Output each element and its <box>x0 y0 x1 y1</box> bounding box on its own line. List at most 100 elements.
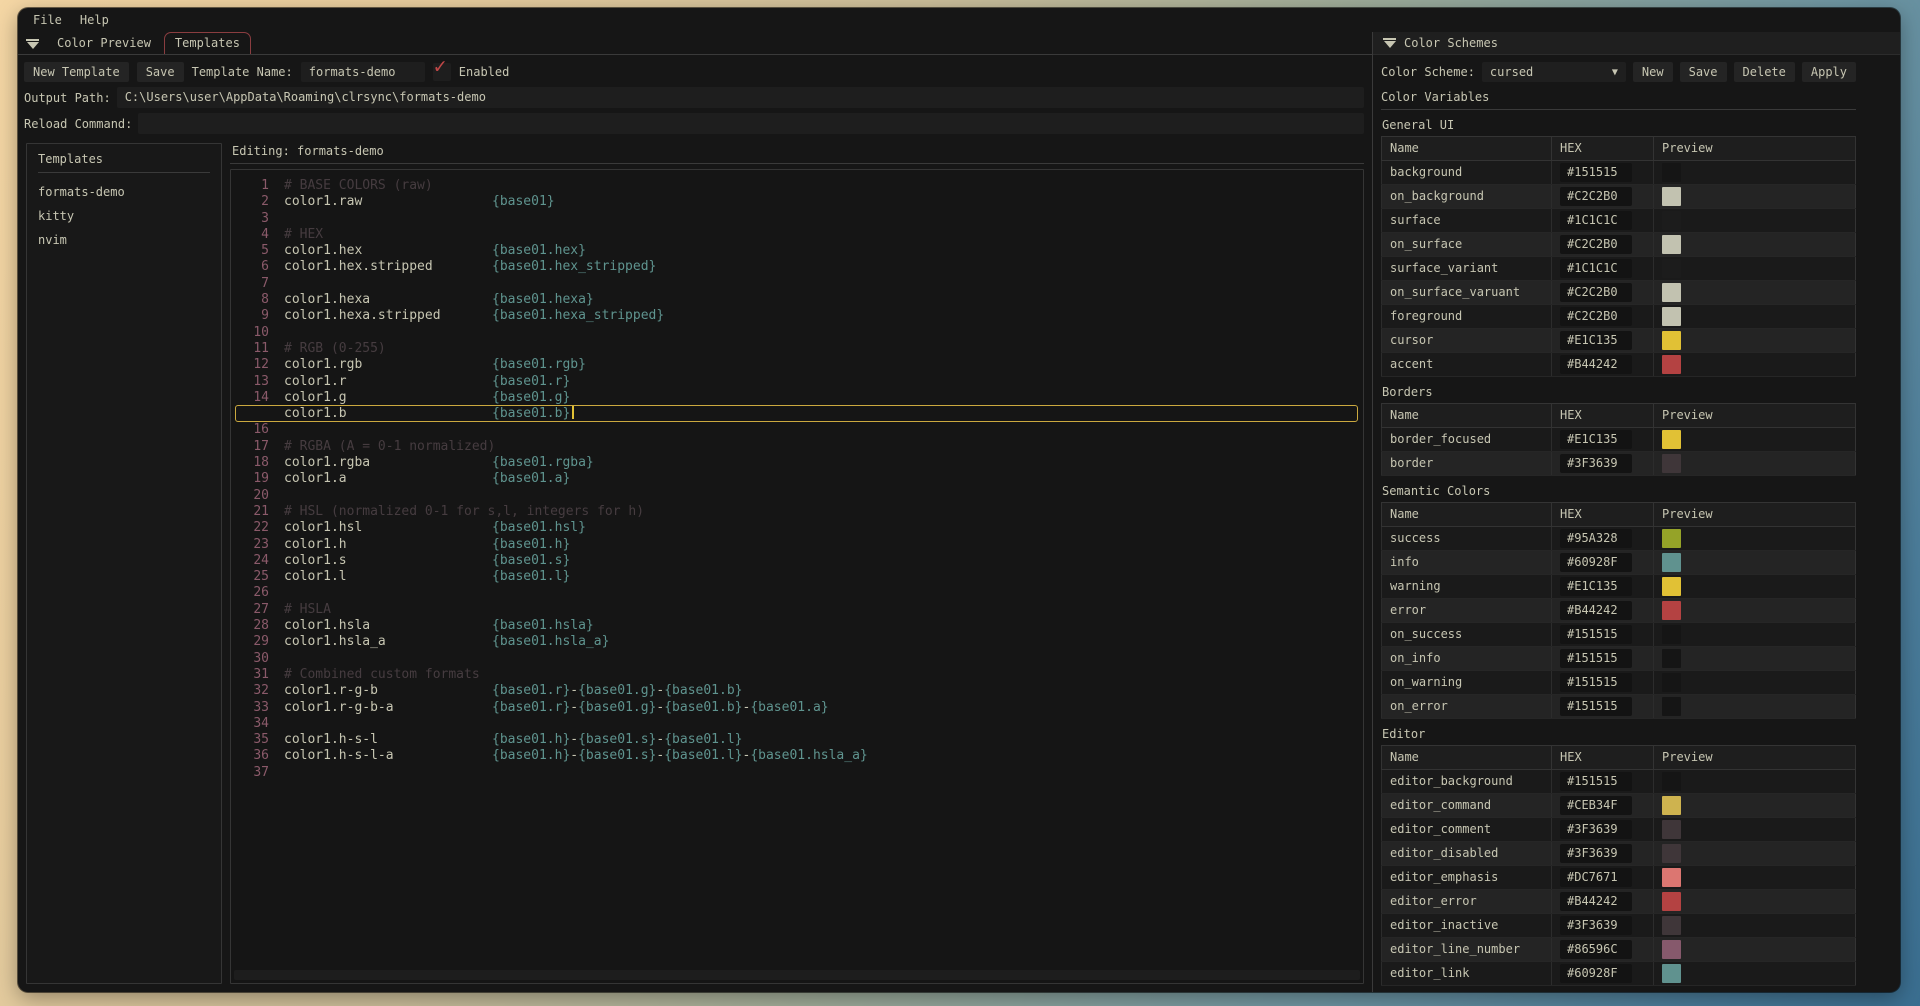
scheme-save-button[interactable]: Save <box>1680 62 1727 82</box>
color-swatch[interactable] <box>1662 697 1681 716</box>
code-line-31[interactable]: 31# Combined custom formats <box>231 667 1363 683</box>
color-swatch[interactable] <box>1662 796 1681 815</box>
hex-input[interactable]: #C2C2B0 <box>1560 283 1632 302</box>
hex-input[interactable]: #B44242 <box>1560 601 1632 620</box>
horizontal-scrollbar[interactable] <box>234 970 1360 980</box>
code-line-37[interactable]: 37 <box>231 765 1363 781</box>
template-name-input[interactable]: formats-demo <box>301 62 425 82</box>
color-swatch[interactable] <box>1662 211 1681 230</box>
hex-input[interactable]: #1C1C1C <box>1560 259 1632 278</box>
scheme-delete-button[interactable]: Delete <box>1734 62 1795 82</box>
color-swatch[interactable] <box>1662 235 1681 254</box>
hex-input[interactable]: #151515 <box>1560 625 1632 644</box>
code-line-20[interactable]: 20 <box>231 488 1363 504</box>
hex-input[interactable]: #E1C135 <box>1560 577 1632 596</box>
color-swatch[interactable] <box>1662 577 1681 596</box>
hex-input[interactable]: #C2C2B0 <box>1560 187 1632 206</box>
hex-input[interactable]: #60928F <box>1560 964 1632 983</box>
hex-input[interactable]: #151515 <box>1560 772 1632 791</box>
hex-input[interactable]: #DC7671 <box>1560 868 1632 887</box>
color-swatch[interactable] <box>1662 772 1681 791</box>
color-schemes-header[interactable]: Color Schemes <box>1373 32 1900 55</box>
code-line-9[interactable]: 9color1.hexa.stripped{base01.hexa_stripp… <box>231 308 1363 324</box>
template-item-formats-demo[interactable]: formats-demo <box>38 180 210 204</box>
hex-input[interactable]: #151515 <box>1560 697 1632 716</box>
hex-input[interactable]: #E1C135 <box>1560 331 1632 350</box>
hex-input[interactable]: #151515 <box>1560 649 1632 668</box>
code-line-35[interactable]: 35color1.h-s-l{base01.h}-{base01.s}-{bas… <box>231 732 1363 748</box>
color-swatch[interactable] <box>1662 601 1681 620</box>
color-swatch[interactable] <box>1662 187 1681 206</box>
hex-input[interactable]: #3F3639 <box>1560 844 1632 863</box>
output-path-input[interactable]: C:\Users\user\AppData\Roaming\clrsync\fo… <box>117 87 1364 108</box>
color-swatch[interactable] <box>1662 355 1681 374</box>
color-swatch[interactable] <box>1662 454 1681 473</box>
code-line-33[interactable]: 33color1.r-g-b-a{base01.r}-{base01.g}-{b… <box>231 700 1363 716</box>
code-line-30[interactable]: 30 <box>231 651 1363 667</box>
reload-command-input[interactable] <box>138 113 1364 134</box>
code-line-27[interactable]: 27# HSLA <box>231 602 1363 618</box>
code-line-16[interactable]: 16 <box>231 422 1363 438</box>
hex-input[interactable]: #3F3639 <box>1560 820 1632 839</box>
hex-input[interactable]: #E1C135 <box>1560 430 1632 449</box>
code-line-36[interactable]: 36color1.h-s-l-a{base01.h}-{base01.s}-{b… <box>231 748 1363 764</box>
hex-input[interactable]: #151515 <box>1560 163 1632 182</box>
code-line-6[interactable]: 6color1.hex.stripped{base01.hex_stripped… <box>231 259 1363 275</box>
code-line-29[interactable]: 29color1.hsla_a{base01.hsla_a} <box>231 634 1363 650</box>
code-line-14[interactable]: 14color1.g{base01.g} <box>231 390 1363 406</box>
template-item-nvim[interactable]: nvim <box>38 228 210 252</box>
code-line-26[interactable]: 26 <box>231 585 1363 601</box>
code-line-11[interactable]: 11# RGB (0-255) <box>231 341 1363 357</box>
code-line-19[interactable]: 19color1.a{base01.a} <box>231 471 1363 487</box>
color-swatch[interactable] <box>1662 940 1681 959</box>
color-swatch[interactable] <box>1662 529 1681 548</box>
menu-help[interactable]: Help <box>71 10 118 30</box>
template-item-kitty[interactable]: kitty <box>38 204 210 228</box>
hex-input[interactable]: #C2C2B0 <box>1560 235 1632 254</box>
code-line-21[interactable]: 21# HSL (normalized 0-1 for s,l, integer… <box>231 504 1363 520</box>
code-line-3[interactable]: 3 <box>231 211 1363 227</box>
color-swatch[interactable] <box>1662 283 1681 302</box>
collapse-arrow-icon[interactable] <box>26 39 39 49</box>
code-line-32[interactable]: 32color1.r-g-b{base01.r}-{base01.g}-{bas… <box>231 683 1363 699</box>
color-swatch[interactable] <box>1662 163 1681 182</box>
code-editor[interactable]: 1# BASE COLORS (raw)2color1.raw{base01}3… <box>230 169 1364 984</box>
color-swatch[interactable] <box>1662 553 1681 572</box>
hex-input[interactable]: #151515 <box>1560 673 1632 692</box>
tab-color-preview[interactable]: Color Preview <box>46 32 162 54</box>
code-line-13[interactable]: 13color1.r{base01.r} <box>231 374 1363 390</box>
code-line-12[interactable]: 12color1.rgb{base01.rgb} <box>231 357 1363 373</box>
color-swatch[interactable] <box>1662 964 1681 983</box>
hex-input[interactable]: #C2C2B0 <box>1560 307 1632 326</box>
color-swatch[interactable] <box>1662 868 1681 887</box>
hex-input[interactable]: #1C1C1C <box>1560 211 1632 230</box>
color-swatch[interactable] <box>1662 844 1681 863</box>
hex-input[interactable]: #86596C <box>1560 940 1632 959</box>
color-swatch[interactable] <box>1662 331 1681 350</box>
hex-input[interactable]: #B44242 <box>1560 355 1632 374</box>
code-line-15[interactable]: color1.b{base01.b} <box>231 406 1363 422</box>
hex-input[interactable]: #60928F <box>1560 553 1632 572</box>
scheme-new-button[interactable]: New <box>1633 62 1673 82</box>
color-swatch[interactable] <box>1662 649 1681 668</box>
code-line-23[interactable]: 23color1.h{base01.h} <box>231 537 1363 553</box>
color-swatch[interactable] <box>1662 892 1681 911</box>
code-line-10[interactable]: 10 <box>231 325 1363 341</box>
color-swatch[interactable] <box>1662 820 1681 839</box>
code-line-8[interactable]: 8color1.hexa{base01.hexa} <box>231 292 1363 308</box>
hex-input[interactable]: #CEB34F <box>1560 796 1632 815</box>
hex-input[interactable]: #3F3639 <box>1560 916 1632 935</box>
code-line-34[interactable]: 34 <box>231 716 1363 732</box>
color-swatch[interactable] <box>1662 430 1681 449</box>
menu-file[interactable]: File <box>24 10 71 30</box>
color-swatch[interactable] <box>1662 307 1681 326</box>
code-line-1[interactable]: 1# BASE COLORS (raw) <box>231 178 1363 194</box>
code-line-2[interactable]: 2color1.raw{base01} <box>231 194 1363 210</box>
code-line-22[interactable]: 22color1.hsl{base01.hsl} <box>231 520 1363 536</box>
color-swatch[interactable] <box>1662 259 1681 278</box>
hex-input[interactable]: #B44242 <box>1560 892 1632 911</box>
color-swatch[interactable] <box>1662 673 1681 692</box>
code-line-28[interactable]: 28color1.hsla{base01.hsla} <box>231 618 1363 634</box>
tab-templates[interactable]: Templates <box>164 32 251 54</box>
code-line-17[interactable]: 17# RGBA (A = 0-1 normalized) <box>231 439 1363 455</box>
